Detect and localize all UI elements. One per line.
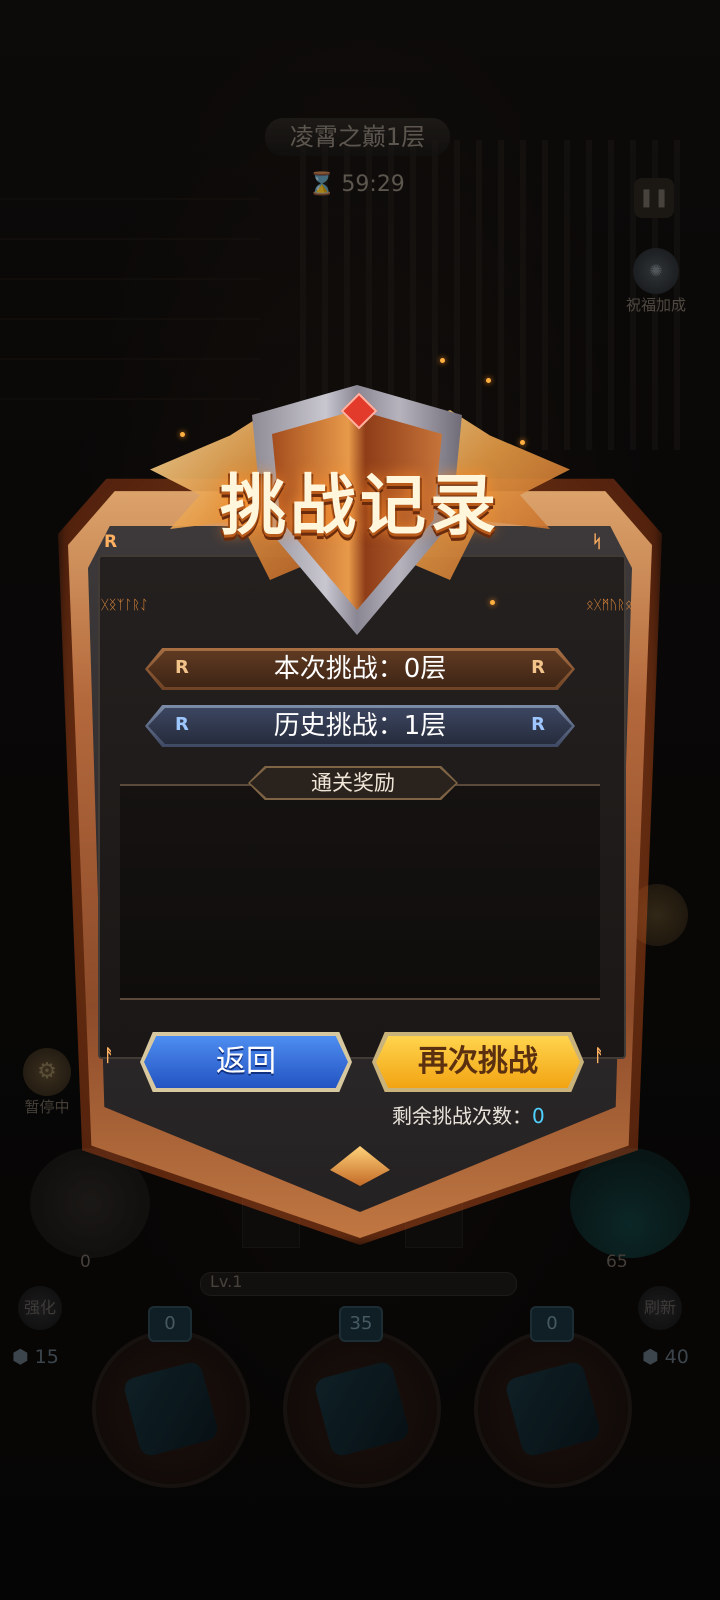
sparkle xyxy=(520,440,525,445)
challenge-again-label: 再次挑战 xyxy=(376,1036,580,1088)
reward-label-text: 通关奖励 xyxy=(250,768,456,798)
sparkle xyxy=(486,378,491,383)
sparkle xyxy=(440,358,445,363)
right-rune-column: ᛟᚷᛗᚢᚱᛟ xyxy=(586,596,633,615)
current-challenge-text: 本次挑战：0层 xyxy=(273,654,447,684)
remaining-label: 剩余挑战次数： xyxy=(392,1104,532,1128)
sparkle xyxy=(490,600,495,605)
back-button[interactable]: 返回 xyxy=(140,1032,352,1092)
corner-rune-icon: ᛋ xyxy=(592,532,603,552)
reward-section-label: 通关奖励 xyxy=(248,766,458,800)
history-challenge-text: 历史挑战：1层 xyxy=(273,711,447,741)
history-challenge-bar: R 历史挑战：1层 R xyxy=(145,705,575,747)
remaining-value: 0 xyxy=(532,1104,545,1128)
sparkle xyxy=(180,432,185,437)
rune-icon: R xyxy=(531,714,545,735)
modal-title: 挑战记录 xyxy=(220,467,500,544)
challenge-again-button[interactable]: 再次挑战 xyxy=(372,1032,584,1092)
back-button-label: 返回 xyxy=(144,1036,348,1088)
current-challenge-bar: R 本次挑战：0层 R xyxy=(145,648,575,690)
corner-rune-icon: ᚨ xyxy=(594,1046,605,1066)
reward-list-area xyxy=(120,784,600,1000)
corner-rune-icon: R xyxy=(104,532,118,552)
left-rune-column: ᚷᛝᛉᛚᚱᛇ xyxy=(101,596,148,615)
remaining-attempts: 剩余挑战次数：0 xyxy=(392,1100,545,1129)
rune-icon: R xyxy=(531,657,545,678)
corner-rune-icon: ᚨ xyxy=(104,1046,115,1066)
